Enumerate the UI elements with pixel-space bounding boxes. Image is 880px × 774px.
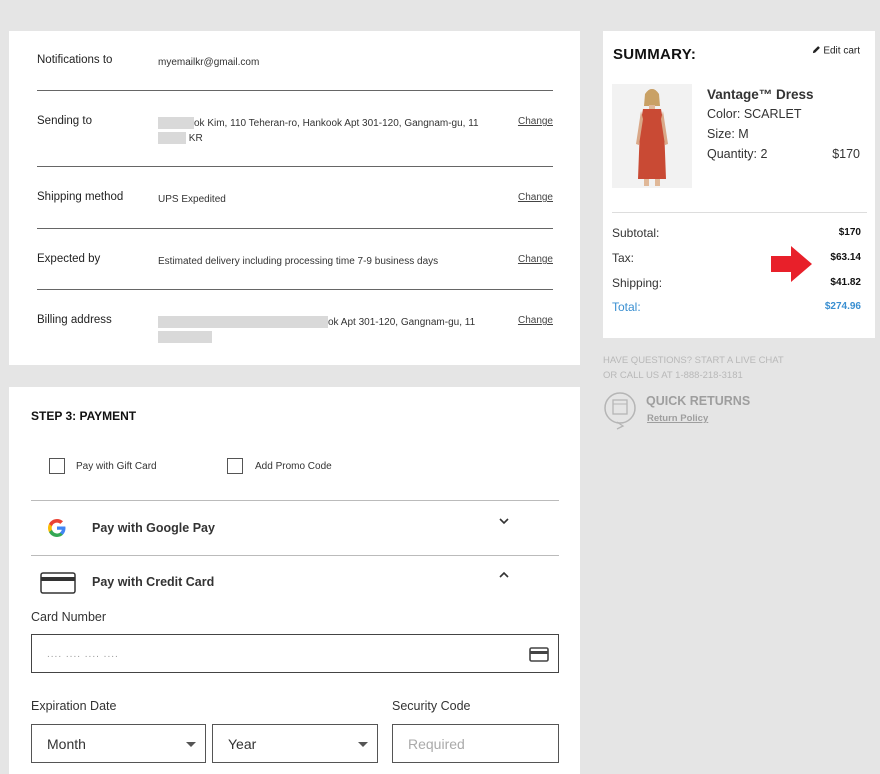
chevron-up-icon[interactable] (498, 569, 510, 583)
change-shipping-link[interactable]: Change (518, 192, 553, 203)
shipping-method-label: Shipping method (37, 191, 124, 203)
payment-panel: STEP 3: PAYMENT Pay with Gift Card Add P… (9, 387, 580, 774)
redacted-block (158, 316, 328, 329)
quick-returns-heading: QUICK RETURNS (646, 394, 751, 408)
sending-address-line2: KR (188, 133, 203, 144)
security-code-input[interactable]: Required (392, 724, 559, 763)
product-price: $170 (832, 147, 860, 161)
divider (37, 166, 553, 167)
chevron-down-icon[interactable] (498, 515, 510, 529)
subtotal-value: $170 (838, 227, 861, 238)
card-number-input[interactable]: .... .... .... .... (31, 634, 559, 673)
credit-card-icon (40, 572, 76, 599)
security-code-placeholder: Required (408, 736, 465, 752)
billing-address-value: ok Apt 301-120, Gangnam-gu, 11 (158, 315, 488, 345)
year-select[interactable]: Year (212, 724, 378, 763)
total-value: $274.96 (824, 301, 861, 312)
tax-value: $63.14 (830, 252, 861, 263)
product-image[interactable] (612, 84, 692, 188)
product-size: Size: M (707, 127, 749, 141)
notifications-email: myemailkr@gmail.com (158, 57, 260, 68)
promo-code-checkbox[interactable] (227, 458, 243, 474)
year-select-value: Year (228, 736, 257, 752)
subtotal-label: Subtotal: (612, 226, 660, 240)
edit-cart-link[interactable]: Edit cart (812, 45, 860, 57)
card-icon (529, 647, 549, 667)
order-summary: SUMMARY: Edit cart Vantage™ Dress Color:… (603, 31, 875, 338)
change-sending-link[interactable]: Change (518, 116, 553, 127)
billing-address-label: Billing address (37, 314, 112, 326)
redacted-block (158, 132, 186, 145)
product-quantity: Quantity: 2 (707, 147, 768, 161)
return-box-icon (603, 390, 639, 435)
product-color: Color: SCARLET (707, 107, 802, 121)
redacted-block (158, 331, 212, 344)
product-name[interactable]: Vantage™ Dress (707, 87, 814, 102)
shipping-cost-value: $41.82 (830, 277, 861, 288)
expected-by-label: Expected by (37, 253, 101, 265)
help-text: HAVE QUESTIONS? START A LIVE CHAT OR CAL… (603, 353, 784, 383)
order-info-panel: Notifications to myemailkr@gmail.com Sen… (9, 31, 580, 365)
billing-address-text: ok Apt 301-120, Gangnam-gu, 11 (328, 317, 476, 328)
promo-code-label[interactable]: Add Promo Code (255, 461, 332, 472)
divider (37, 90, 553, 91)
expected-by-value: Estimated delivery including processing … (158, 256, 439, 267)
month-select[interactable]: Month (31, 724, 206, 763)
return-policy-link[interactable]: Return Policy (647, 413, 708, 424)
notifications-label: Notifications to (37, 54, 113, 66)
summary-divider (612, 212, 867, 213)
divider (31, 500, 559, 501)
shipping-method-value: UPS Expedited (158, 194, 226, 205)
month-select-value: Month (47, 736, 86, 752)
caret-down-icon (186, 742, 196, 747)
divider (37, 289, 553, 290)
divider (31, 555, 559, 556)
payment-step-title: STEP 3: PAYMENT (31, 409, 137, 423)
divider (37, 228, 553, 229)
gift-card-checkbox[interactable] (49, 458, 65, 474)
sending-address-line1: ok Kim, 110 Teheran-ro, Hankook Apt 301-… (194, 118, 479, 129)
tax-label: Tax: (612, 251, 635, 265)
caret-down-icon (358, 742, 368, 747)
redacted-block (158, 117, 194, 130)
change-billing-link[interactable]: Change (518, 315, 553, 326)
phone-text: OR CALL US AT 1-888-218-3181 (603, 370, 743, 381)
live-chat-text[interactable]: HAVE QUESTIONS? START A LIVE CHAT (603, 353, 784, 368)
total-row: Total: $274.96 (612, 300, 861, 314)
expiration-date-label: Expiration Date (31, 699, 117, 713)
google-pay-label: Pay with Google Pay (92, 521, 215, 535)
shipping-cost-label: Shipping: (612, 276, 663, 290)
subtotal-row: Subtotal: $170 (612, 226, 861, 240)
gift-card-label[interactable]: Pay with Gift Card (76, 461, 157, 472)
card-number-label: Card Number (31, 610, 107, 624)
red-arrow-annotation (771, 244, 813, 289)
security-code-label: Security Code (392, 699, 471, 713)
pencil-icon (812, 45, 821, 57)
shipping-cost-row: Shipping: $41.82 (612, 276, 861, 290)
tax-row: Tax: $63.14 (612, 251, 861, 265)
sending-label: Sending to (37, 115, 92, 127)
summary-title: SUMMARY: (613, 46, 697, 63)
edit-cart-label: Edit cart (823, 45, 860, 57)
credit-card-label: Pay with Credit Card (92, 575, 215, 589)
card-number-placeholder: .... .... .... .... (47, 649, 119, 660)
total-label: Total: (612, 300, 641, 314)
change-expected-link[interactable]: Change (518, 254, 553, 265)
sending-address: ok Kim, 110 Teheran-ro, Hankook Apt 301-… (158, 116, 488, 146)
google-icon (47, 518, 67, 543)
